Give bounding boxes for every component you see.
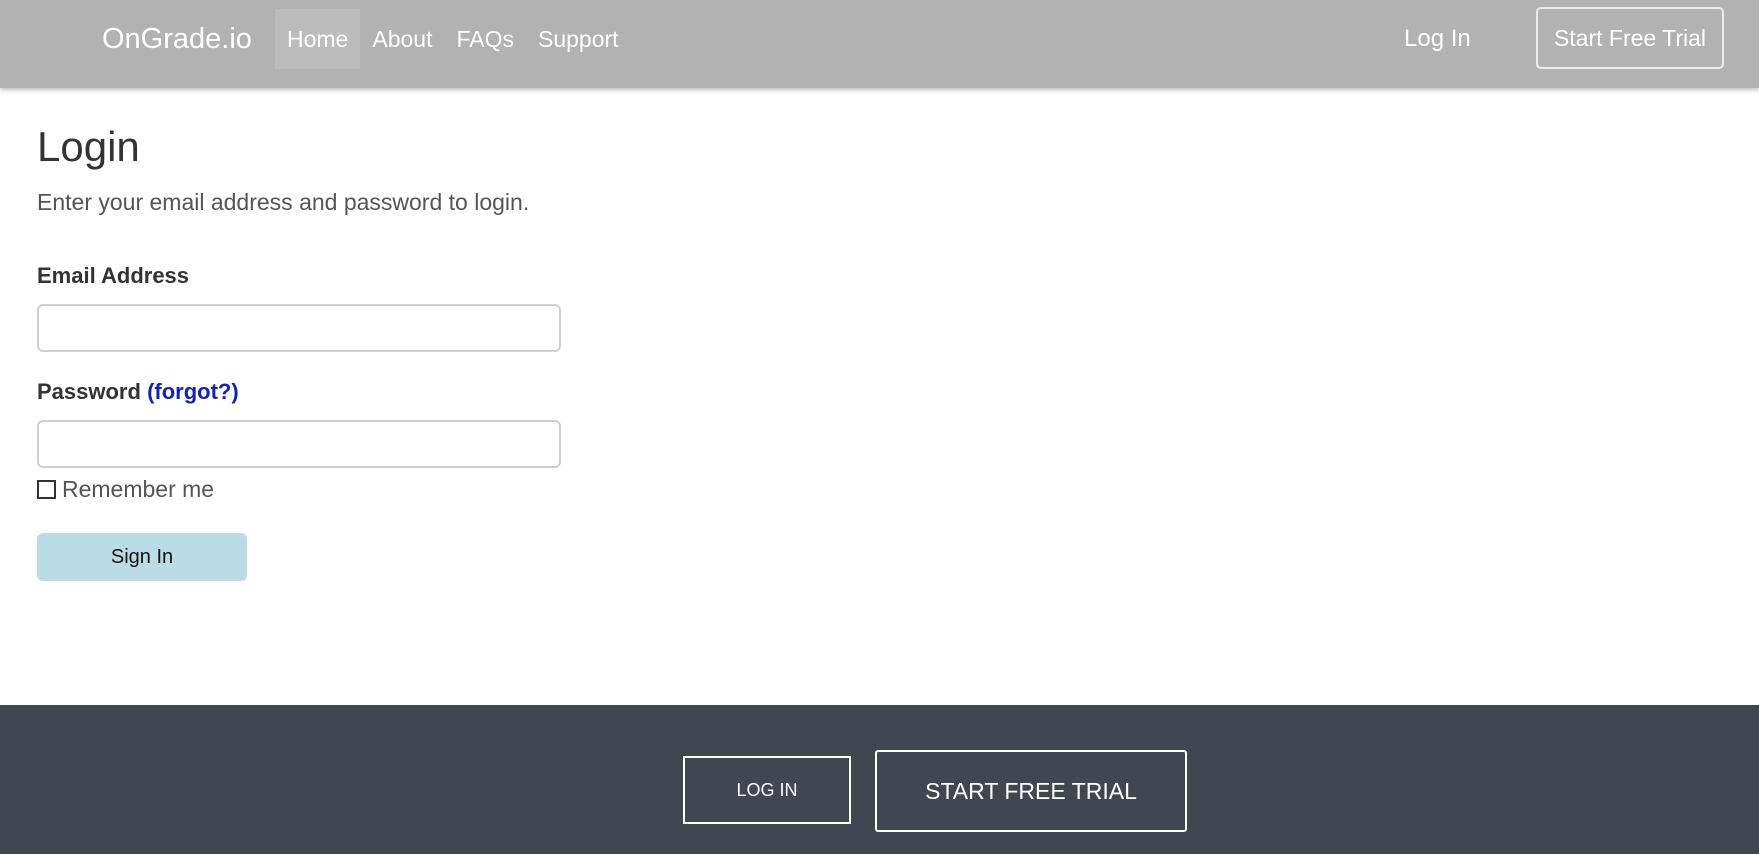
brand-logo-link[interactable]: OnGrade.io	[102, 20, 252, 58]
nav-faqs[interactable]: FAQs	[444, 9, 526, 69]
login-section: Login Enter your email address and passw…	[37, 88, 737, 581]
page-subtitle: Enter your email address and password to…	[37, 189, 530, 215]
remember-me-row: Remember me	[37, 474, 737, 504]
footer-start-trial-button[interactable]: START FREE TRIAL	[875, 750, 1187, 832]
page-title: Login	[37, 123, 140, 170]
nav-support[interactable]: Support	[526, 9, 631, 69]
password-field[interactable]	[37, 420, 561, 468]
nav-start-trial-button[interactable]: Start Free Trial	[1536, 7, 1724, 69]
nav-home[interactable]: Home	[275, 9, 361, 69]
email-label-text: Email Address	[37, 263, 190, 288]
remember-me-label[interactable]: Remember me	[62, 476, 214, 503]
nav-about[interactable]: About	[360, 9, 444, 69]
remember-me-checkbox[interactable]	[37, 479, 56, 499]
footer-login-button[interactable]: LOG IN	[683, 756, 851, 824]
nav-login-link[interactable]: Log In	[1390, 20, 1485, 58]
top-navbar: OnGrade.io Home About FAQs Support Log I…	[0, 0, 1759, 88]
sign-in-button[interactable]: Sign In	[37, 533, 247, 581]
forgot-password-link[interactable]: (forgot?)	[147, 379, 239, 404]
login-form: Email Address Password (forgot?) Remembe…	[37, 262, 737, 581]
password-label: Password (forgot?)	[37, 378, 737, 406]
email-label: Email Address	[37, 262, 737, 290]
email-field[interactable]	[37, 304, 561, 352]
main-nav: Home About FAQs Support	[275, 9, 631, 69]
footer-cta: LOG IN START FREE TRIAL	[0, 705, 1759, 854]
password-label-text: Password	[37, 379, 141, 404]
